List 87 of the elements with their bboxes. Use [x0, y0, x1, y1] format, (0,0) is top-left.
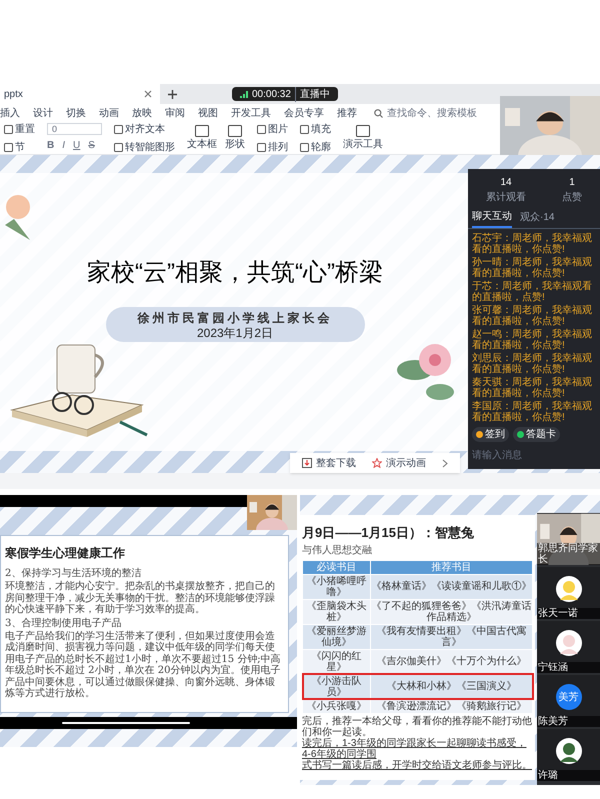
chat-message: 秦天骐：周老师，我幸福观看的直播啦，你点赞!: [472, 377, 593, 399]
panel-action-button[interactable]: 答题卡: [513, 427, 560, 442]
toolbar-button[interactable]: 形状: [225, 124, 245, 152]
paragraph: 电子产品给我们的学习生活带来了便利，但如果过度使用会造成消磨时间、损害视力等问题，建议中低年级的同学们每天使用电子产品的总时长不超过1小时，单次不要超过15 分钟;中高年级总时长不超过 2小时，单次在 20分钟以内为宜。使用电子产品中间要休息，可以通过做眼保健操、向窗外远眺、身体锻炼等方式进行放松。: [5, 630, 282, 700]
slide-heading: 寒假学生心理健康工作: [5, 545, 126, 562]
menu-item[interactable]: 插入: [0, 106, 20, 120]
search-field[interactable]: 查找命令、搜索模板: [374, 106, 477, 120]
slide-subtitle: 与伟人思想交融: [302, 544, 373, 558]
menu-item[interactable]: 审阅: [165, 106, 185, 120]
avatar: 美芳: [556, 684, 582, 710]
menu-item[interactable]: 切换: [66, 106, 86, 120]
paragraph: 环境整洁，才能内心安宁。把杂乱的书桌摆放整齐，把自己的房间整理干净，减少无关事物的干扰。整洁的环境能够使浮躁的心快速平静下来，有助于学习效率的提高。: [5, 581, 276, 616]
toolbar-button[interactable]: 对齐文本: [114, 122, 175, 136]
table-cell: 《格林童话》《读读童谣和儿歌①》: [370, 574, 532, 599]
signal-icon: [240, 90, 248, 98]
close-icon: [144, 90, 152, 98]
format-button[interactable]: S: [88, 138, 95, 153]
school-name: 徐州市民富园小学线上家长会: [138, 310, 332, 327]
panel-action-button[interactable]: 签到: [472, 427, 509, 442]
chevron-right-icon: [442, 458, 448, 468]
menu-item[interactable]: 会员专享: [284, 106, 324, 120]
toolbar-button[interactable]: 轮廓: [300, 140, 331, 154]
font-size-field[interactable]: 0: [47, 123, 102, 135]
table-cell: 《小猪唏哩呼噜》: [302, 574, 370, 599]
format-button[interactable]: U: [73, 138, 80, 153]
slide-title: 家校“云”相聚，共筑“心”桥梁: [87, 258, 383, 288]
chat-message: 刘思辰：周老师，我幸福观看的直播啦，你点赞!: [472, 353, 593, 375]
search-icon: [374, 108, 383, 118]
menu-item[interactable]: 动画: [99, 106, 119, 120]
table-cell: 《歪脑袋木头桩》: [302, 599, 370, 624]
download-icon: [302, 458, 312, 468]
live-time: 00:00:32: [252, 88, 291, 102]
stat-label: 点赞: [562, 190, 582, 205]
table-cell: 《小兵张嘎》: [302, 699, 370, 713]
plus-icon: [168, 90, 177, 98]
format-button[interactable]: I: [62, 138, 66, 153]
slide-heading: 月9日——1月15日）：智慧兔: [302, 524, 475, 542]
stat-value: 14: [500, 176, 512, 190]
column-header: 推荐书目: [370, 560, 532, 574]
participant-name: 陈美芳: [537, 716, 600, 727]
tool-icon: [356, 124, 370, 136]
table-cell: 《爱丽丝梦游仙境》: [302, 624, 370, 649]
table-cell: 《了不起的狐狸爸爸》《洪汛涛童话作品精选》: [370, 599, 532, 624]
toolbar-button[interactable]: 文本框: [187, 124, 217, 152]
star-icon: [372, 458, 382, 468]
participant-name: 张天一诺: [537, 608, 600, 619]
note-text: 完后，推荐一本给父母，看看你的推荐能不能打动他们和你一起读。: [302, 716, 533, 738]
document-tab[interactable]: pptx: [0, 84, 160, 104]
section-heading: 2、保持学习与生活环境的整洁: [5, 568, 142, 579]
column-header: 必读书目: [302, 560, 370, 574]
live-status: 直播中: [294, 86, 330, 102]
panel-tab[interactable]: 聊天互动: [472, 209, 512, 228]
stat-value: 1: [569, 176, 575, 190]
format-button[interactable]: B: [47, 138, 54, 153]
stat-label: 累计观看: [486, 190, 526, 205]
note-text: 式书写一篇读后感，开学时交给语文老师参与评比。: [302, 760, 533, 770]
tool-icon: [228, 124, 242, 136]
participant-name: 宁钰涵: [537, 662, 600, 673]
menu-item[interactable]: 放映: [132, 106, 152, 120]
panel-tab[interactable]: 观众·14: [520, 209, 554, 228]
note-text: 读完后，1-3年级的同学跟家长一起聊聊读书感受，4-6年级的同学围: [302, 738, 528, 760]
chat-message: 孙一晴：周老师，我幸福观看的直播啦，你点赞!: [472, 257, 593, 279]
menu-item[interactable]: 开发工具: [231, 106, 271, 120]
toolbar-button[interactable]: 重置: [4, 122, 35, 136]
toolbar-button[interactable]: 填充: [300, 122, 331, 136]
chat-message: 于芯：周老师，我幸福观看的直播啦，点赞!: [472, 281, 593, 303]
menu-item[interactable]: 推荐: [337, 106, 357, 120]
toolbar-button[interactable]: 排列: [257, 140, 288, 154]
slide-action-button[interactable]: 整套下载: [302, 456, 356, 470]
participant-name: 许璐: [537, 770, 600, 781]
menu-item[interactable]: 设计: [33, 106, 53, 120]
participant-name: 郭思齐同学家长: [537, 543, 600, 565]
chat-message: 张可馨：周老师，我幸福观看的直播啦，你点赞!: [472, 305, 593, 327]
toolbar-button[interactable]: 演示工具: [343, 124, 383, 152]
toolbar-button[interactable]: 节: [4, 140, 35, 154]
chat-message: 赵一鸣：周老师，我幸福观看的直播啦，你点赞!: [472, 329, 593, 351]
table-cell: 《鲁滨逊漂流记》《骑鹅旅行记》: [370, 699, 532, 713]
section-heading: 3、合理控制使用电子产品: [5, 618, 122, 628]
toolbar-button[interactable]: 转智能图形: [114, 140, 175, 154]
chat-message: 石芯宇：周老师，我幸福观看的直播啦，你点赞!: [472, 233, 593, 255]
chat-message: 李国原：周老师，我幸福观看的直播啦，你点赞!: [472, 401, 593, 423]
toolbar-button[interactable]: 图片: [257, 122, 288, 136]
slide-action-button[interactable]: 演示动画: [372, 456, 426, 470]
menu-item[interactable]: 视图: [198, 106, 218, 120]
slide-date: 2023年1月2日: [196, 327, 274, 340]
table-cell: 《我有友情要出租》《中国古代寓言》: [370, 624, 532, 649]
tool-icon: [195, 124, 209, 136]
